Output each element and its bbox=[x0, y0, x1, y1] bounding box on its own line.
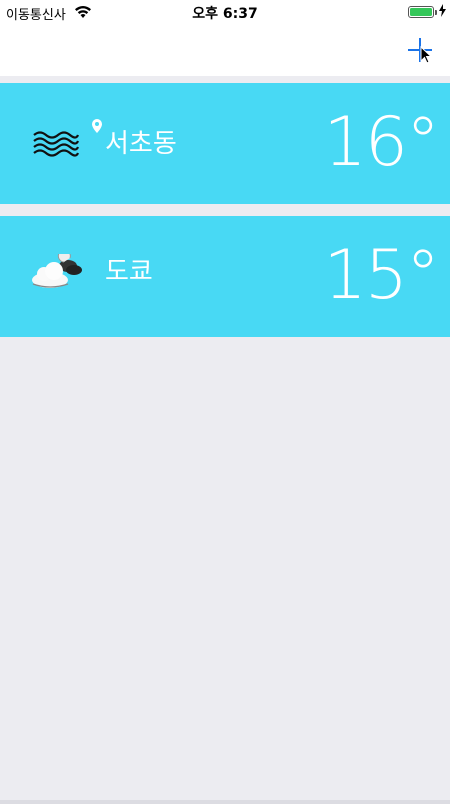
navigation-bar bbox=[0, 26, 450, 76]
battery-tip bbox=[435, 10, 437, 15]
battery-level bbox=[410, 8, 432, 16]
bottom-edge bbox=[0, 800, 450, 804]
temperature: 15° bbox=[323, 236, 440, 315]
weather-list-screen: 이동통신사 오후 6:37 서초동 16° 도쿄 15° bbox=[0, 0, 450, 804]
temperature: 16° bbox=[323, 103, 440, 182]
cloudy-night-icon bbox=[30, 249, 82, 294]
city-name: 도쿄 bbox=[105, 257, 153, 287]
location-pin-icon bbox=[92, 118, 102, 133]
location-row-tokyo[interactable]: 도쿄 15° bbox=[0, 216, 450, 337]
mouse-pointer-icon bbox=[420, 45, 433, 68]
location-row-seocho[interactable]: 서초동 16° bbox=[0, 83, 450, 204]
charging-bolt-icon bbox=[439, 4, 446, 21]
location-list: 서초동 16° 도쿄 15° bbox=[0, 76, 450, 337]
clock-time: 오후 6:37 bbox=[192, 6, 258, 22]
city-name: 서초동 bbox=[105, 129, 177, 159]
status-bar: 이동통신사 오후 6:37 bbox=[0, 0, 450, 26]
battery-icon bbox=[408, 6, 434, 18]
haze-icon bbox=[30, 127, 82, 167]
